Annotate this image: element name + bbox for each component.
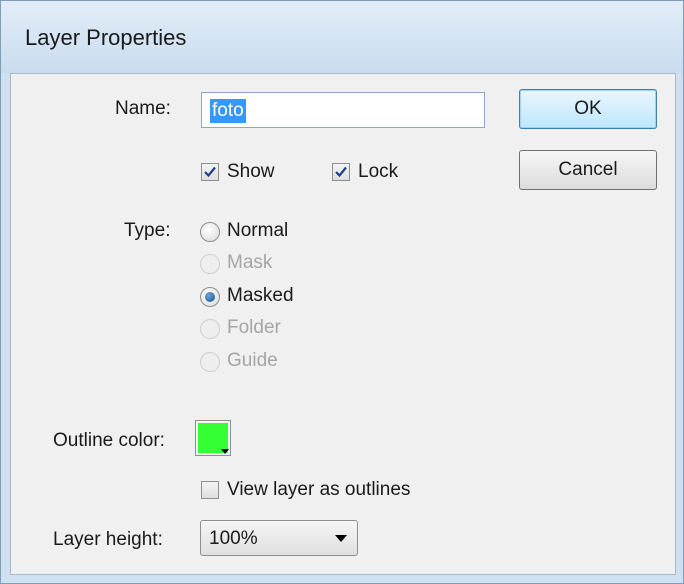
layer-height-select[interactable]: 100% xyxy=(200,520,358,556)
type-folder-radio xyxy=(200,319,220,339)
type-label: Type: xyxy=(124,220,171,241)
name-label: Name: xyxy=(115,98,171,119)
layer-height-label: Layer height: xyxy=(53,529,163,550)
lock-checkbox[interactable] xyxy=(332,163,350,181)
layer-height-value: 100% xyxy=(209,528,258,549)
show-checkbox[interactable] xyxy=(201,163,219,181)
type-mask-label: Mask xyxy=(227,252,273,273)
view-outlines-checkbox[interactable] xyxy=(201,481,219,499)
type-mask-radio xyxy=(200,254,220,274)
type-normal-label: Normal xyxy=(227,220,289,241)
outline-color-picker[interactable] xyxy=(195,420,231,456)
type-guide-radio xyxy=(200,352,220,372)
name-input[interactable]: foto xyxy=(201,92,485,128)
dialog-body: Name: foto OK Cancel Show Lock Type: Nor… xyxy=(10,73,676,575)
type-normal-radio[interactable] xyxy=(200,222,220,242)
outline-color-label: Outline color: xyxy=(53,430,165,451)
dialog-title: Layer Properties xyxy=(25,25,187,50)
view-outlines-label: View layer as outlines xyxy=(227,479,411,500)
checkmark-icon xyxy=(204,166,216,178)
type-masked-label: Masked xyxy=(227,285,294,306)
layer-properties-dialog: Layer Properties Name: foto OK Cancel Sh… xyxy=(0,0,684,584)
radio-selected-dot xyxy=(205,292,215,302)
lock-label: Lock xyxy=(358,161,399,182)
type-guide-label: Guide xyxy=(227,350,278,371)
cancel-button[interactable]: Cancel xyxy=(519,150,657,190)
ok-button[interactable]: OK xyxy=(519,89,657,129)
checkmark-icon xyxy=(335,166,347,178)
type-folder-label: Folder xyxy=(227,317,281,338)
type-masked-radio[interactable] xyxy=(200,287,220,307)
chevron-down-icon xyxy=(335,535,347,542)
dropdown-arrow-icon xyxy=(221,449,229,454)
show-label: Show xyxy=(227,161,275,182)
title-bar[interactable]: Layer Properties xyxy=(1,1,683,73)
name-input-value: foto xyxy=(210,99,246,123)
